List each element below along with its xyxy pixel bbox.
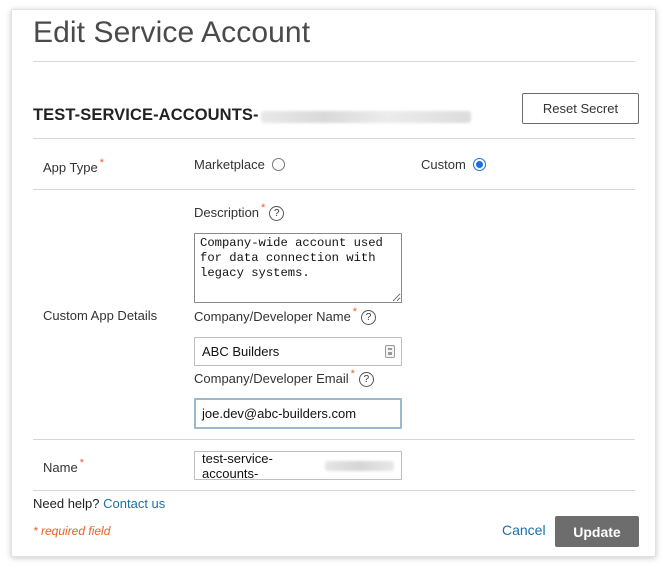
- required-mark: *: [352, 306, 358, 318]
- developer-name-label-text: Company/Developer Name: [194, 309, 351, 324]
- update-button[interactable]: Update: [555, 516, 639, 547]
- name-label-text: Name: [43, 460, 78, 475]
- name-input[interactable]: test-service-accounts-: [194, 450, 402, 481]
- description-label: Description *?: [194, 202, 285, 222]
- app-type-option-custom[interactable]: Custom: [421, 157, 486, 172]
- developer-email-input[interactable]: joe.dev@abc-builders.com: [194, 398, 402, 429]
- name-label: Name *: [43, 457, 84, 475]
- custom-option-label: Custom: [421, 157, 466, 172]
- app-type-option-marketplace[interactable]: Marketplace: [194, 157, 285, 172]
- help-icon[interactable]: ?: [361, 310, 377, 326]
- need-help-text: Need help? Contact us: [33, 496, 165, 511]
- account-id-header: TEST-SERVICE-ACCOUNTS-: [33, 106, 471, 125]
- dialog-title: Edit Service Account: [33, 16, 311, 49]
- custom-app-details-label: Custom App Details: [43, 308, 158, 323]
- marketplace-option-label: Marketplace: [194, 157, 265, 172]
- contact-card-icon[interactable]: [385, 345, 395, 358]
- required-mark: *: [350, 368, 355, 380]
- help-icon[interactable]: ?: [269, 206, 285, 222]
- contact-us-link[interactable]: Contact us: [103, 496, 165, 511]
- section-divider: [33, 490, 635, 491]
- help-icon[interactable]: ?: [358, 372, 374, 388]
- developer-name-value: ABC Builders: [202, 344, 280, 359]
- description-textarea[interactable]: Company-wide account used for data conne…: [194, 233, 402, 303]
- edit-service-account-dialog: Edit Service Account TEST-SERVICE-ACCOUN…: [11, 9, 656, 557]
- account-id-redacted: [260, 110, 471, 123]
- app-type-label-text: App Type: [43, 160, 98, 175]
- app-type-label: App Type *: [43, 157, 104, 175]
- section-divider: [33, 138, 635, 139]
- section-divider: [33, 189, 635, 190]
- required-mark: *: [261, 202, 266, 214]
- cancel-button[interactable]: Cancel: [502, 522, 546, 538]
- description-label-text: Description: [194, 205, 260, 220]
- account-id-prefix: TEST-SERVICE-ACCOUNTS-: [33, 106, 259, 124]
- title-divider: [33, 61, 635, 62]
- name-value-redacted: [325, 460, 394, 471]
- required-mark: *: [99, 157, 104, 169]
- developer-name-input[interactable]: ABC Builders: [194, 337, 402, 366]
- marketplace-radio[interactable]: [271, 158, 285, 171]
- need-help-label: Need help?: [33, 496, 100, 511]
- required-field-note: * required field: [33, 524, 111, 538]
- developer-name-label: Company/Developer Name *?: [194, 306, 377, 326]
- reset-secret-button[interactable]: Reset Secret: [522, 93, 639, 124]
- developer-email-label-text: Company/Developer Email: [194, 371, 349, 386]
- name-value-prefix: test-service-accounts-: [202, 450, 273, 481]
- developer-email-label: Company/Developer Email *?: [194, 368, 374, 388]
- required-mark: *: [79, 457, 84, 469]
- custom-radio[interactable]: [472, 158, 486, 171]
- section-divider: [33, 439, 635, 440]
- developer-email-value: joe.dev@abc-builders.com: [202, 406, 357, 421]
